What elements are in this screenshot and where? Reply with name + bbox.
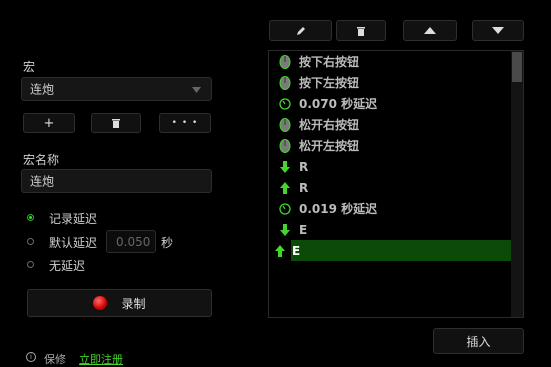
event-row[interactable]: 0.019 秒延迟 — [279, 198, 511, 219]
event-list-scrollbar[interactable] — [511, 51, 523, 317]
default-delay-input[interactable]: 0.050 — [106, 230, 156, 253]
record-delay-label: 记录延迟 — [49, 212, 98, 226]
event-row[interactable]: 按下右按钮 — [279, 51, 511, 72]
triangle-down-icon — [492, 27, 504, 34]
move-up-button[interactable] — [403, 20, 457, 41]
default-delay-radio[interactable] — [27, 238, 34, 245]
delete-macro-button[interactable] — [91, 113, 141, 133]
event-row[interactable]: 松开右按钮 — [279, 114, 511, 135]
no-delay-label: 无延迟 — [49, 259, 86, 273]
trash-icon — [357, 26, 365, 36]
default-delay-value: 0.050 — [116, 234, 151, 249]
macro-selected-value: 连炮 — [30, 82, 55, 97]
arrow-down-icon — [279, 160, 291, 174]
event-text: E — [292, 243, 301, 258]
seconds-unit-label: 秒 — [161, 236, 174, 250]
event-text: 按下左按钮 — [299, 76, 360, 90]
arrow-down-icon — [279, 223, 291, 237]
default-delay-label: 默认延迟 — [49, 236, 98, 250]
record-button-label: 录制 — [121, 296, 146, 311]
event-text: 0.070 秒延迟 — [299, 97, 378, 111]
event-row[interactable]: 按下左按钮 — [279, 72, 511, 93]
move-down-button[interactable] — [472, 20, 524, 41]
macro-name-value: 连炮 — [30, 174, 55, 189]
event-text: 按下右按钮 — [299, 55, 360, 69]
record-dot-icon — [93, 296, 108, 310]
event-text: R — [299, 159, 309, 174]
event-row[interactable]: 松开左按钮 — [279, 135, 511, 156]
scrollbar-thumb[interactable] — [512, 52, 522, 82]
edit-button[interactable] — [269, 20, 332, 41]
event-row[interactable]: E — [279, 219, 511, 240]
arrow-up-icon — [269, 240, 291, 261]
delete-button[interactable] — [336, 20, 386, 41]
event-text: 0.019 秒延迟 — [299, 202, 378, 216]
clock-icon — [279, 97, 291, 111]
mouse-icon — [279, 54, 291, 69]
macro-name-input[interactable]: 连炮 — [21, 169, 212, 193]
more-icon: • • • — [171, 118, 199, 128]
more-options-button[interactable]: • • • — [159, 113, 211, 133]
clock-icon — [279, 202, 291, 216]
macro-dropdown[interactable]: 连炮 — [21, 77, 212, 101]
record-button[interactable]: 录制 — [27, 289, 212, 317]
chevron-down-icon — [192, 87, 201, 93]
triangle-up-icon — [424, 27, 436, 34]
macro-label: 宏 — [23, 60, 36, 74]
macro-name-label: 宏名称 — [23, 153, 60, 167]
record-delay-radio[interactable] — [27, 214, 34, 221]
add-macro-button[interactable]: + — [23, 113, 75, 133]
event-text: R — [299, 180, 309, 195]
event-text: E — [299, 222, 308, 237]
event-row[interactable]: E — [269, 240, 511, 261]
event-text: 松开左按钮 — [299, 139, 360, 153]
mouse-icon — [279, 138, 291, 153]
event-row[interactable]: R — [279, 177, 511, 198]
event-row[interactable]: R — [279, 156, 511, 177]
insert-button[interactable]: 插入 — [433, 328, 524, 354]
insert-button-label: 插入 — [466, 334, 491, 349]
trash-icon — [112, 119, 120, 128]
no-delay-radio[interactable] — [27, 261, 34, 268]
pencil-icon — [296, 26, 305, 35]
arrow-up-icon — [279, 181, 291, 195]
event-text: 松开右按钮 — [299, 118, 360, 132]
mouse-icon — [279, 117, 291, 132]
mouse-icon — [279, 75, 291, 90]
plus-icon: + — [43, 115, 55, 131]
macro-event-list[interactable]: 按下右按钮按下左按钮 0.070 秒延迟 松开右按钮松开左按钮 R R 0.019 秒延迟… — [268, 50, 524, 318]
info-icon: i — [26, 352, 36, 362]
event-row[interactable]: 0.070 秒延迟 — [279, 93, 511, 114]
